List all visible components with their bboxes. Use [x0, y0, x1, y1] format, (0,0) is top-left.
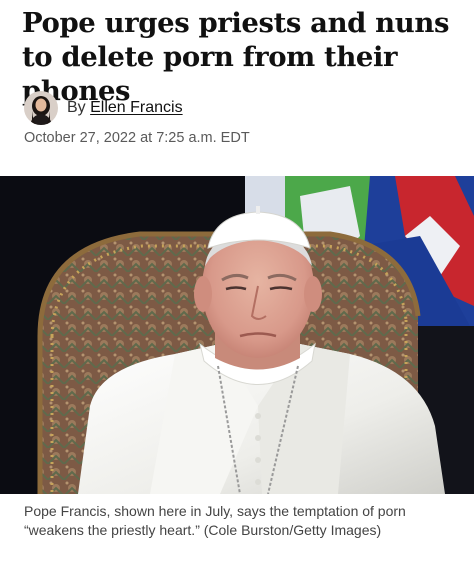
byline-text: By Ellen Francis [67, 99, 183, 117]
byline-prefix: By [67, 99, 86, 116]
article-photo[interactable] [0, 176, 474, 494]
publish-timestamp: October 27, 2022 at 7:25 a.m. EDT [24, 130, 250, 146]
byline: By Ellen Francis [24, 91, 183, 125]
author-avatar[interactable] [24, 91, 58, 125]
author-link[interactable]: Ellen Francis [90, 99, 182, 116]
pope-photo-image [0, 176, 474, 494]
author-avatar-icon [24, 91, 58, 125]
photo-caption: Pope Francis, shown here in July, says t… [24, 503, 406, 538]
